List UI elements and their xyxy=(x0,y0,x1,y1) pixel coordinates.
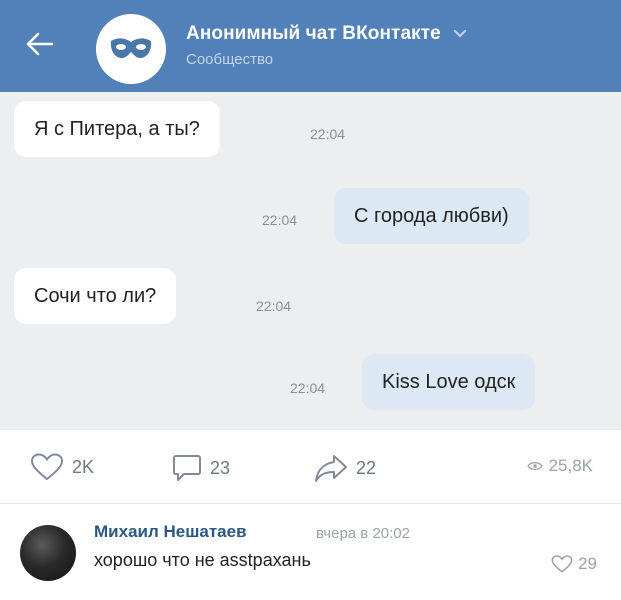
message-bubble-outgoing[interactable]: С города любви) xyxy=(334,188,529,244)
post-actions-bar: 2K 23 22 25,8K xyxy=(0,430,621,504)
heart-icon xyxy=(30,453,64,481)
view-count: 25,8K xyxy=(548,456,593,475)
heart-icon xyxy=(551,555,573,573)
message-bubble-incoming[interactable]: Я с Питера, а ты? xyxy=(14,101,220,157)
view-counter: 25,8K xyxy=(526,456,593,476)
message-time: 22:04 xyxy=(290,380,326,396)
comment-text: хорошо что не аsstрахань xyxy=(94,550,311,570)
chevron-down-icon xyxy=(454,29,467,38)
chat-area: Я с Питера, а ты? 22:04 С города любви) … xyxy=(0,92,621,430)
comment-count: 23 xyxy=(210,457,231,478)
comment-like-count: 29 xyxy=(578,554,597,573)
comment-bubble-icon xyxy=(173,455,201,481)
like-button[interactable]: 2K xyxy=(30,453,94,481)
comment-like-button[interactable]: 29 xyxy=(551,554,597,574)
share-arrow-icon xyxy=(315,455,347,482)
comment-button[interactable]: 23 xyxy=(172,453,230,483)
like-count: 2K xyxy=(72,456,95,477)
share-count: 22 xyxy=(356,457,377,478)
comment-item: Михаил Нешатаев вчера в 20:02 хорошо что… xyxy=(0,504,621,600)
community-header: Анонимный чат ВКонтакте Сообщество xyxy=(0,0,621,92)
back-arrow-icon xyxy=(26,32,54,56)
share-button[interactable]: 22 xyxy=(314,453,376,483)
message-text: Kiss Love одск xyxy=(382,370,516,393)
commenter-avatar[interactable] xyxy=(20,525,76,581)
back-button[interactable] xyxy=(22,26,58,62)
message-time: 22:04 xyxy=(262,212,298,228)
eye-icon xyxy=(526,461,543,471)
community-title-text: Анонимный чат ВКонтакте xyxy=(186,23,441,44)
community-avatar[interactable] xyxy=(96,14,166,84)
message-text: Сочи что ли? xyxy=(34,284,157,307)
message-bubble-outgoing[interactable]: Kiss Love одск xyxy=(362,354,536,410)
mask-icon xyxy=(110,38,152,58)
message-bubble-incoming[interactable]: Сочи что ли? xyxy=(14,268,177,324)
comment-date: вчера в 20:02 xyxy=(316,525,410,542)
community-title[interactable]: Анонимный чат ВКонтакте xyxy=(186,23,467,45)
message-time: 22:04 xyxy=(256,298,292,314)
commenter-name[interactable]: Михаил Нешатаев xyxy=(94,522,247,542)
message-time: 22:04 xyxy=(310,126,346,142)
community-subtitle: Сообщество xyxy=(186,51,274,68)
message-text: Я с Питера, а ты? xyxy=(34,117,200,140)
message-text: С города любви) xyxy=(354,204,509,227)
